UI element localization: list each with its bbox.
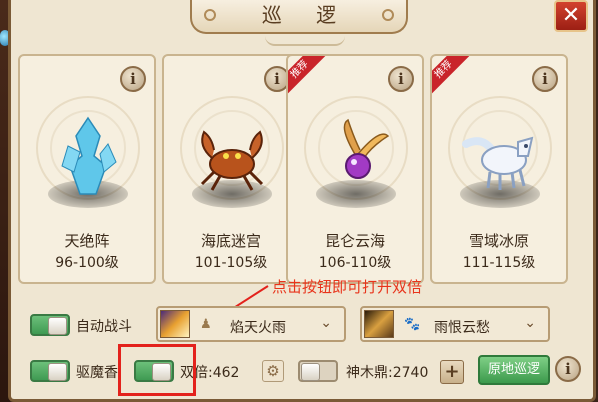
auto-battle-toggle[interactable] [30,314,70,336]
info-button[interactable]: i [388,66,414,92]
map-name: 海底迷宫 [200,232,261,250]
map-name: 昆仑云海 [324,232,385,250]
add-button[interactable]: + [440,360,464,384]
map-level: 111-115级 [462,255,536,271]
map-card-2[interactable]: i 海底迷宫 101-105级 [162,54,300,284]
window-title: 巡 逻 [261,3,351,27]
repel-toggle[interactable] [30,360,70,382]
chevron-down-icon: ⌄ [524,315,536,331]
shenmuding-toggle[interactable] [298,360,338,382]
highlight-box [118,344,196,396]
map-name: 天绝阵 [64,232,110,250]
map-card-3[interactable]: 推荐 i 昆仑云海 106-110级 [286,54,424,284]
map-level: 101-105级 [194,255,268,271]
map-name: 雪域冰原 [468,232,529,250]
title-tab: 巡 逻 [190,0,408,34]
ornament-icon [382,9,394,21]
patrol-here-button[interactable]: 原地巡逻 [478,355,550,385]
ice-crystal-monster-icon [61,116,117,195]
ornament-icon [204,9,216,21]
map-card-4[interactable]: 推荐 i 雪域冰原 111-115级 [430,54,568,284]
info-button[interactable]: i [120,66,146,92]
gear-icon[interactable]: ⚙ [262,360,284,382]
auto-battle-label: 自动战斗 [76,319,132,335]
header-ornament [265,36,345,46]
map-level: 96-100级 [55,255,119,271]
repel-label: 驱魔香 [76,365,118,381]
skill-select-1[interactable]: ♟ 焰天火雨 ⌄ [156,306,346,342]
person-icon: ♟ [200,317,212,332]
skill-select-2[interactable]: 🐾 雨恨云愁 ⌄ [360,306,550,342]
skill-thumbnail [160,310,190,338]
chevron-down-icon: ⌄ [320,315,332,331]
purple-bird-monster-icon [343,118,390,179]
recommend-badge: 推荐 [288,56,326,96]
crab-monster-icon [200,130,264,191]
hint-text: 点击按钮即可打开双倍 [272,278,423,296]
skill-select-value: 雨恨云愁 [434,320,490,336]
shenmuding-label: 神木鼎:2740 [346,365,429,381]
paw-icon: 🐾 [404,317,421,332]
skill-select-value: 焰天火雨 [230,320,286,336]
white-fox-monster-icon [462,136,534,190]
skill-thumbnail [364,310,394,338]
map-card-1[interactable]: i 天绝阵 96-100级 [18,54,156,284]
close-button[interactable]: ✕ [554,0,588,32]
recommend-badge: 推荐 [432,56,470,96]
map-level: 106-110级 [318,255,392,271]
info-button[interactable]: i [555,356,581,382]
info-button[interactable]: i [532,66,558,92]
